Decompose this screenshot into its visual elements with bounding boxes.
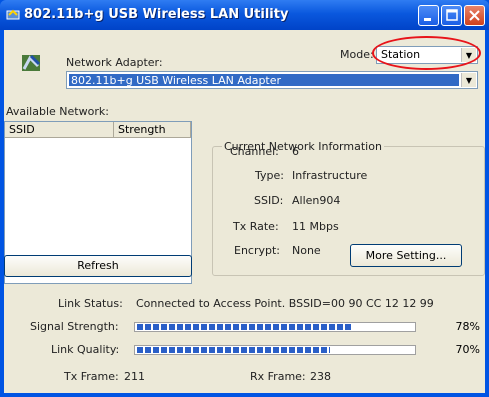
type-label: Type: — [255, 169, 284, 182]
signal-strength-label: Signal Strength: — [30, 320, 119, 333]
tx-frame-label: Tx Frame: — [64, 370, 119, 383]
link-status-label: Link Status: — [58, 297, 123, 310]
rx-frame-label: Rx Frame: — [250, 370, 306, 383]
strength-column-header[interactable]: Strength — [114, 122, 191, 138]
close-icon — [469, 10, 480, 21]
signal-strength-fill — [137, 324, 352, 330]
mode-highlight-circle — [372, 36, 481, 70]
ssid-column-header[interactable]: SSID — [5, 122, 114, 138]
adapter-icon — [22, 54, 41, 71]
type-value: Infrastructure — [292, 169, 368, 182]
link-status-value: Connected to Access Point. BSSID=00 90 C… — [136, 297, 434, 310]
adapter-value: 802.11b+g USB Wireless LAN Adapter — [69, 74, 459, 87]
title-bar[interactable]: 802.11b+g USB Wireless LAN Utility — [0, 0, 489, 30]
window-title: 802.11b+g USB Wireless LAN Utility — [24, 7, 289, 22]
available-network-label: Available Network: — [6, 105, 109, 118]
utility-window: 802.11b+g USB Wireless LAN Utility Netwo… — [0, 0, 489, 397]
signal-strength-percent: 78% — [455, 320, 480, 333]
rx-frame-value: 238 — [310, 370, 331, 383]
channel-label: Channel: — [230, 145, 279, 158]
encrypt-label: Encrypt: — [234, 244, 281, 257]
maximize-button[interactable] — [441, 5, 462, 26]
signal-strength-bar — [134, 322, 416, 332]
refresh-button[interactable]: Refresh — [4, 255, 192, 277]
link-quality-label: Link Quality: — [51, 343, 120, 356]
ssid-value: Allen904 — [292, 194, 341, 207]
maximize-icon — [446, 9, 458, 21]
chevron-down-icon[interactable]: ▼ — [461, 73, 476, 87]
tx-rate-label: Tx Rate: — [233, 220, 279, 233]
tx-rate-value: 11 Mbps — [292, 220, 339, 233]
encrypt-value: None — [292, 244, 321, 257]
link-quality-percent: 70% — [455, 343, 480, 356]
link-quality-fill — [137, 347, 330, 353]
wireless-app-icon — [6, 9, 20, 20]
minimize-button[interactable] — [418, 5, 439, 26]
tx-frame-value: 211 — [124, 370, 145, 383]
channel-value: 6 — [292, 145, 299, 158]
adapter-select[interactable]: 802.11b+g USB Wireless LAN Adapter ▼ — [66, 71, 478, 89]
network-adapter-label: Network Adapter: — [66, 56, 163, 69]
ssid-label: SSID: — [254, 194, 284, 207]
close-button[interactable] — [464, 5, 485, 26]
link-quality-bar — [134, 345, 416, 355]
minimize-icon — [424, 18, 431, 21]
mode-label: Mode: — [340, 48, 374, 61]
client-area: Network Adapter: Mode: Station ▼ 802.11b… — [4, 30, 485, 393]
more-setting-button[interactable]: More Setting... — [350, 244, 462, 267]
